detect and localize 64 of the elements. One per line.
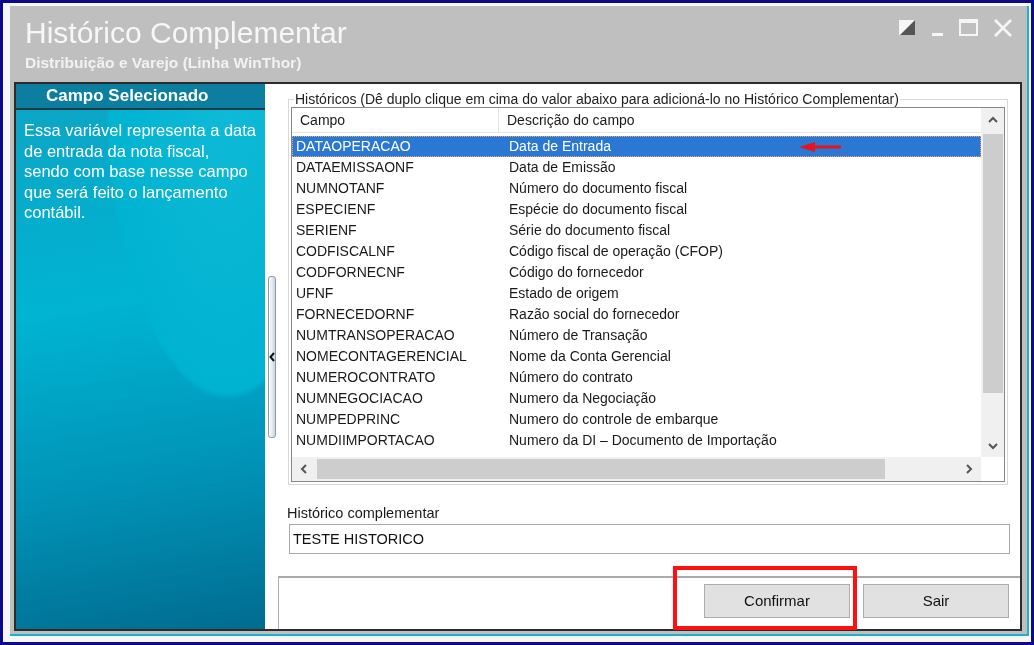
scrollbar-thumb[interactable] <box>317 459 885 479</box>
list-row[interactable]: SERIENF Série do documento fiscal <box>292 220 981 241</box>
confirm-button[interactable]: Confirmar <box>704 583 850 618</box>
chevron-up-icon[interactable] <box>987 115 998 124</box>
field-cell-text: NOMECONTAGERENCIAL <box>295 347 468 366</box>
description-cell-text: Número do documento fiscal <box>508 179 688 198</box>
window-title: Histórico Complementar <box>25 16 347 50</box>
field-cell-text: SERIENF <box>295 221 358 240</box>
list-row[interactable]: NUMTRANSOPERACAO Número de Transação <box>292 325 981 346</box>
field-cell-text: NUMNOTANF <box>295 179 386 198</box>
field-cell-text: CODFORNECNF <box>295 263 406 282</box>
chevron-down-icon[interactable] <box>987 441 998 450</box>
list-row[interactable]: DATAOPERACAO Data de Entrada <box>292 136 981 157</box>
list-row[interactable]: NOMECONTAGERENCIAL Nome da Conta Gerencial <box>292 346 981 367</box>
field-cell-text: DATAEMISSAONF <box>295 158 415 177</box>
description-cell-text: Código do fornecedor <box>508 263 644 282</box>
description-cell-text: Razão social do fornecedor <box>508 305 680 324</box>
chevron-left-icon[interactable] <box>300 464 308 474</box>
list-row[interactable]: CODFORNECNF Código do fornecedor <box>292 262 981 283</box>
list-row[interactable]: CODFISCALNF Código fiscal de operação (CFOP) <box>292 241 981 262</box>
list-row[interactable]: NUMPEDPRINC Numero do controle de embarque <box>292 409 981 430</box>
field-cell-text: NUMTRANSOPERACAO <box>295 326 456 345</box>
chevron-left-icon <box>268 351 275 362</box>
list-row[interactable]: DATAEMISSAONF Data de Emissão <box>292 157 981 178</box>
list-row[interactable]: NUMNEGOCIACAO Numero da Negociação <box>292 388 981 409</box>
description-cell-text: Data de Entrada <box>508 137 611 156</box>
list-row[interactable]: NUMEROCONTRATO Número do contrato <box>292 367 981 388</box>
field-cell-text: CODFISCALNF <box>295 242 396 261</box>
scrollbar-thumb[interactable] <box>982 134 1003 393</box>
description-cell-text: Número do contrato <box>508 368 633 387</box>
list-row[interactable]: NUMNOTANF Número do documento fiscal <box>292 178 981 199</box>
exit-button[interactable]: Sair <box>863 583 1009 618</box>
panel-heading: Campo Selecionado <box>16 84 265 110</box>
chevron-right-icon[interactable] <box>965 464 973 474</box>
description-cell-text: Numero do controle de embarque <box>508 410 719 429</box>
history-input[interactable]: TESTE HISTORICO <box>289 524 1010 554</box>
list-row[interactable]: UFNF Estado de origem <box>292 283 981 304</box>
panel-description: Essa variável representa a data de entrada da nota fiscal, sendo com base nesse campo que será feito o lançamento contábil. <box>24 120 257 223</box>
description-cell-text: Código fiscal de operação (CFOP) <box>508 242 723 261</box>
list-row[interactable]: ESPECIENF Espécie do documento fiscal <box>292 199 981 220</box>
description-cell-text: Série do documento fiscal <box>508 221 671 240</box>
splitter-handle[interactable] <box>267 275 276 438</box>
field-cell-text: UFNF <box>295 284 335 303</box>
group-label: Históricos (Dê duplo clique em cima do valor abaixo para adicioná-lo no Histórico Complementar) <box>294 91 900 107</box>
field-cell-text: DATAOPERACAO <box>295 137 412 156</box>
field-cell-text: NUMDIIMPORTACAO <box>295 431 436 450</box>
description-cell-text: Data de Emissão <box>508 158 616 177</box>
maximize-icon[interactable] <box>959 19 978 36</box>
field-cell-text: NUMEROCONTRATO <box>295 368 437 387</box>
list-row[interactable]: FORNECEDORNF Razão social do fornecedor <box>292 304 981 325</box>
description-cell-text: Numero da Negociação <box>508 389 657 408</box>
description-cell-text: Espécie do documento fiscal <box>508 200 688 219</box>
field-label: Histórico complementar <box>287 505 440 521</box>
field-cell-text: NUMNEGOCIACAO <box>295 389 424 408</box>
half-filled-square-icon[interactable] <box>898 19 916 36</box>
description-cell-text: Nome da Conta Gerencial <box>508 347 671 366</box>
field-cell-text: ESPECIENF <box>295 200 377 219</box>
description-cell-text: Estado de origem <box>508 284 619 303</box>
description-cell-text: Número de Transação <box>508 326 648 345</box>
close-icon[interactable] <box>994 19 1012 37</box>
list-row[interactable]: NUMDIIMPORTACAO Numero da DI – Documento de Importação <box>292 430 981 451</box>
description-cell-text: Numero da DI – Documento de Importação <box>508 431 777 450</box>
field-cell-text: NUMPEDPRINC <box>295 410 402 429</box>
field-cell-text: FORNECEDORNF <box>295 305 416 324</box>
